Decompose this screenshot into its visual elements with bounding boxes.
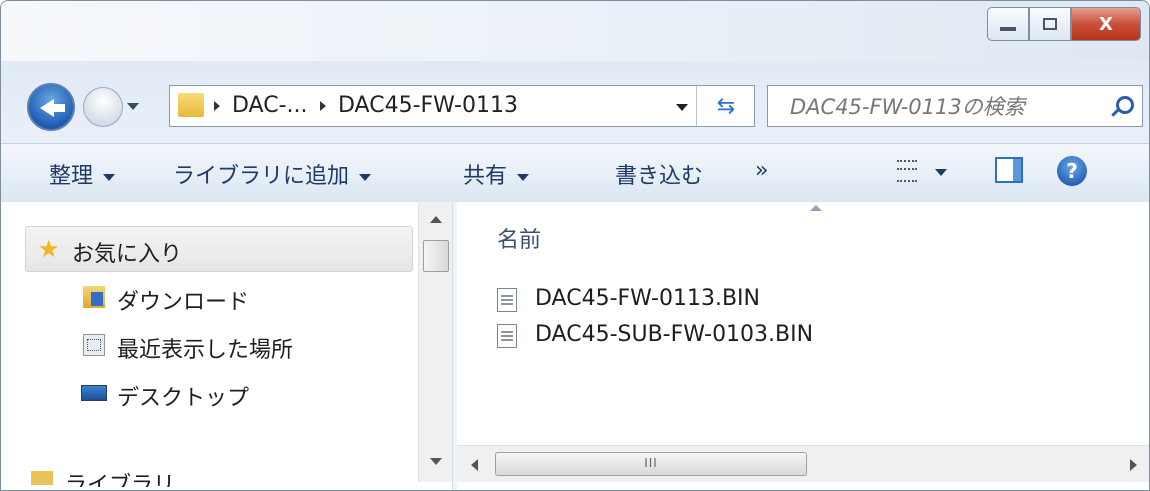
window-controls: X (987, 7, 1141, 41)
scroll-left-icon[interactable] (471, 459, 478, 471)
address-bar[interactable]: DAC-... DAC45-FW-0113 ⇆ (169, 85, 755, 127)
organize-label: 整理 (49, 164, 94, 189)
content-horizontal-scrollbar[interactable]: III (457, 445, 1149, 482)
favorites-header[interactable]: ★ お気に入り (25, 226, 413, 272)
sort-ascending-icon (810, 205, 822, 211)
scroll-thumb[interactable] (423, 240, 449, 272)
maximize-button[interactable] (1029, 7, 1071, 41)
share-label: 共有 (463, 164, 508, 189)
breadcrumb-segment[interactable]: DAC-... (232, 93, 308, 119)
folder-icon (178, 93, 204, 117)
libraries-folder-icon (31, 471, 53, 485)
add-to-library-label: ライブラリに追加 (173, 164, 350, 189)
downloads-folder-icon (83, 286, 105, 308)
column-header-name[interactable]: 名前 (497, 222, 541, 254)
close-button[interactable]: X (1071, 7, 1141, 41)
sidebar-item-desktop[interactable]: デスクトップ (81, 380, 249, 412)
breadcrumb-arrow-icon[interactable] (214, 101, 220, 111)
history-dropdown-icon[interactable] (127, 103, 139, 110)
refresh-button[interactable]: ⇆ (696, 86, 755, 126)
preview-pane-icon[interactable] (995, 157, 1023, 183)
sidebar-item-label: デスクトップ (117, 386, 250, 411)
scroll-down-icon[interactable] (430, 458, 442, 465)
title-bar: X (1, 1, 1149, 61)
sidebar-item-label: ダウンロード (117, 290, 250, 315)
file-icon (497, 288, 517, 312)
sidebar-item-label: 最近表示した場所 (117, 338, 294, 363)
address-dropdown-icon[interactable] (676, 104, 688, 111)
scroll-thumb[interactable]: III (495, 452, 807, 476)
command-bar: 整理 ライブラリに追加 共有 書き込む » ? (1, 143, 1149, 203)
chevron-down-icon (103, 173, 116, 181)
file-name: DAC45-SUB-FW-0103.BIN (535, 322, 814, 347)
minimize-button[interactable] (987, 7, 1029, 41)
search-input[interactable] (788, 92, 1092, 122)
navigation-pane: ★ お気に入り ダウンロード 最近表示した場所 デスクトップ (1, 202, 456, 490)
star-icon: ★ (38, 235, 60, 263)
breadcrumb-segment[interactable]: DAC45-FW-0113 (338, 93, 518, 119)
more-commands-button[interactable]: » (755, 158, 768, 183)
refresh-icon: ⇆ (716, 93, 736, 119)
recent-places-icon (83, 334, 105, 356)
scroll-right-icon[interactable] (1130, 459, 1137, 471)
chevron-down-icon (517, 173, 530, 181)
share-menu[interactable]: 共有 (463, 158, 530, 190)
minimize-icon (1000, 27, 1016, 31)
desktop-icon (81, 385, 107, 401)
file-icon (497, 324, 517, 348)
file-name: DAC45-FW-0113.BIN (535, 286, 760, 311)
nav-vertical-scrollbar[interactable] (418, 202, 453, 482)
search-box[interactable] (767, 85, 1143, 127)
add-to-library-menu[interactable]: ライブラリに追加 (173, 158, 372, 190)
burn-button[interactable]: 書き込む (615, 158, 703, 190)
forward-button[interactable] (83, 87, 123, 127)
chevron-down-icon[interactable] (935, 169, 947, 176)
sidebar-item-downloads[interactable]: ダウンロード (83, 284, 249, 316)
favorites-label: お気に入り (72, 242, 183, 267)
navigation-bar: DAC-... DAC45-FW-0113 ⇆ (1, 75, 1149, 137)
organize-menu[interactable]: 整理 (49, 158, 116, 190)
back-button[interactable] (27, 83, 75, 131)
explorer-window: X DAC-... DAC45-FW-0113 ⇆ 整理 ライブラリに追加 共有… (0, 0, 1150, 491)
maximize-icon (1043, 18, 1057, 30)
view-options-icon[interactable] (897, 160, 917, 182)
search-icon[interactable] (1116, 96, 1134, 114)
chevron-down-icon (359, 173, 372, 181)
breadcrumb-arrow-icon[interactable] (320, 101, 326, 111)
help-icon[interactable]: ? (1057, 156, 1087, 186)
sidebar-item-recent-places[interactable]: 最近表示した場所 (83, 332, 293, 364)
scroll-up-icon[interactable] (430, 216, 442, 223)
